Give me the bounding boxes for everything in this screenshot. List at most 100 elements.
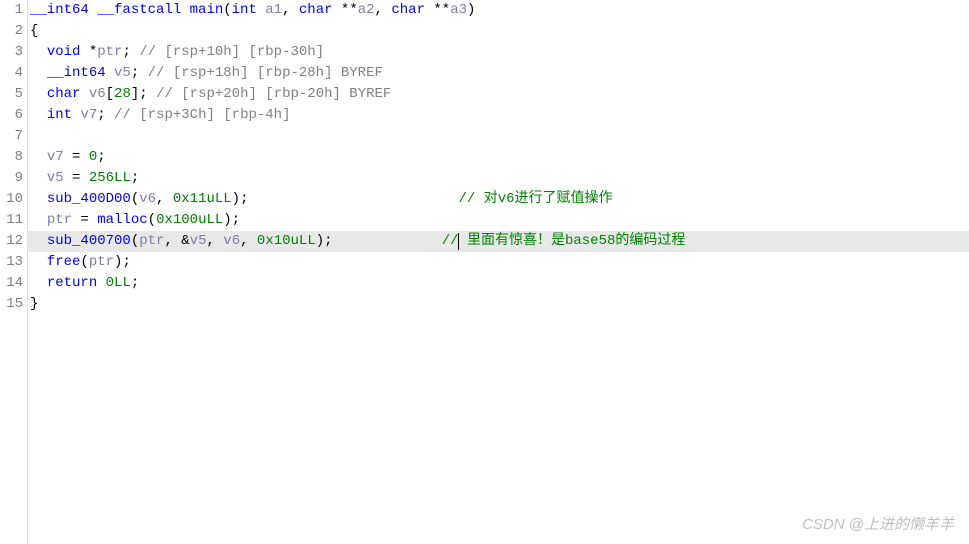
paren: ( [80,254,88,270]
code-line[interactable]: return 0LL; [28,273,969,294]
paren: ( [223,2,231,18]
function-call: free [47,254,81,270]
text-cursor [458,233,459,250]
comment: // [rsp+3Ch] [rbp-4h] [106,107,291,123]
comma: , [206,233,223,249]
paren: ); [114,254,131,270]
line-number: 8 [0,147,23,168]
comma: , [375,2,383,18]
comment: // [rsp+18h] [rbp-28h] BYREF [139,65,383,81]
keyword: return [47,275,97,291]
code-line[interactable]: sub_400D00(v6, 0x11uLL); // 对v6进行了赋值操作 [28,189,969,210]
comma: , [282,2,290,18]
code-line[interactable]: } [28,294,969,315]
brace: { [30,23,38,39]
variable: v7 [47,149,64,165]
number: 0x11uLL [173,191,232,207]
code-editor[interactable]: 1 2 3 4 5 6 7 8 9 10 11 12 13 14 15 __in… [0,0,969,544]
pointer: ** [425,2,450,18]
line-number: 12 [0,231,23,252]
line-number: 14 [0,273,23,294]
param: a2 [358,2,375,18]
operator: = [64,149,89,165]
comma: , & [164,233,189,249]
comment: // [rsp+20h] [rbp-20h] BYREF [148,86,392,102]
line-number: 1 [0,0,23,21]
code-line[interactable]: void *ptr; // [rsp+10h] [rbp-30h] [28,42,969,63]
paren: ( [131,233,139,249]
code-line[interactable]: v7 = 0; [28,147,969,168]
comma: , [156,191,173,207]
arg: v6 [223,233,240,249]
line-number: 2 [0,21,23,42]
code-line[interactable]: __int64 v5; // [rsp+18h] [rbp-28h] BYREF [28,63,969,84]
comma: , [240,233,257,249]
variable: v5 [47,170,64,186]
comment: // 里面有惊喜！是base58的编码过程 [442,233,686,249]
function-call: sub_400D00 [47,191,131,207]
operator: = [72,212,97,228]
code-area[interactable]: __int64 __fastcall main(int a1, char **a… [28,0,969,544]
param: a1 [265,2,282,18]
semicolon: ; [131,275,139,291]
bracket: [ [106,86,114,102]
code-line[interactable]: { [28,21,969,42]
variable: v7 [80,107,97,123]
variable: ptr [47,212,72,228]
code-line[interactable]: free(ptr); [28,252,969,273]
semicolon: ; [131,170,139,186]
type-token: char [391,2,425,18]
bracket: ]; [131,86,148,102]
function-call: malloc [97,212,147,228]
line-number: 6 [0,105,23,126]
variable: v5 [114,65,131,81]
operator: = [64,170,89,186]
semicolon: ; [122,44,130,60]
paren: ( [131,191,139,207]
type-token: void [47,44,81,60]
pointer: * [80,44,97,60]
line-number: 13 [0,252,23,273]
semicolon: ; [131,65,139,81]
line-number: 11 [0,210,23,231]
line-number: 9 [0,168,23,189]
number: 28 [114,86,131,102]
paren: ); [316,233,333,249]
arg: v5 [190,233,207,249]
type-token: __fastcall [97,2,181,18]
line-number: 7 [0,126,23,147]
type-token: int [232,2,257,18]
line-number-gutter: 1 2 3 4 5 6 7 8 9 10 11 12 13 14 15 [0,0,28,544]
line-number: 3 [0,42,23,63]
brace: } [30,296,38,312]
variable: v6 [89,86,106,102]
line-number: 4 [0,63,23,84]
code-line[interactable]: int v7; // [rsp+3Ch] [rbp-4h] [28,105,969,126]
semicolon: ; [97,149,105,165]
function-name: main [190,2,224,18]
arg: ptr [89,254,114,270]
variable: ptr [97,44,122,60]
paren: ( [148,212,156,228]
comment: // [rsp+10h] [rbp-30h] [131,44,324,60]
code-line-highlighted[interactable]: sub_400700(ptr, &v5, v6, 0x10uLL); // 里面… [28,231,969,252]
comment: // 对v6进行了赋值操作 [459,191,613,207]
number: 0x10uLL [257,233,316,249]
code-line[interactable]: ptr = malloc(0x100uLL); [28,210,969,231]
param: a3 [450,2,467,18]
code-line[interactable]: v5 = 256LL; [28,168,969,189]
function-call: sub_400700 [47,233,131,249]
type-token: char [47,86,81,102]
type-token: __int64 [47,65,106,81]
paren: ) [467,2,475,18]
type-token: int [47,107,72,123]
line-number: 10 [0,189,23,210]
code-line[interactable]: __int64 __fastcall main(int a1, char **a… [28,0,969,21]
semicolon: ; [97,107,105,123]
code-line[interactable]: char v6[28]; // [rsp+20h] [rbp-20h] BYRE… [28,84,969,105]
paren: ); [223,212,240,228]
code-line[interactable] [28,126,969,147]
watermark: CSDN @上进的懒羊羊 [802,513,954,534]
number: 256LL [89,170,131,186]
line-number: 15 [0,294,23,315]
